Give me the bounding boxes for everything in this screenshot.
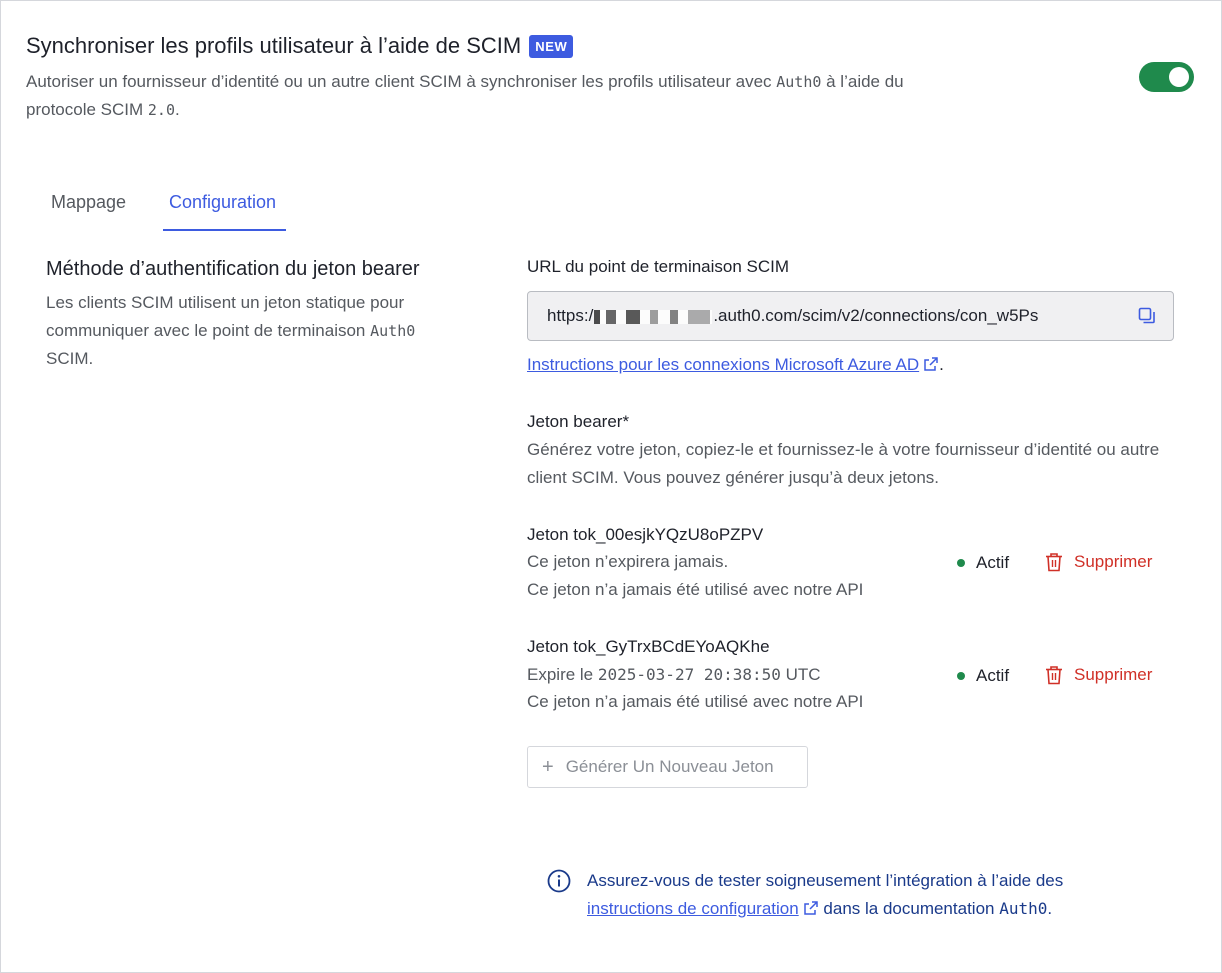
delete-label: Supprimer xyxy=(1074,552,1153,571)
description-text-end: à l’aide du xyxy=(821,72,904,91)
token-status-label: Actif xyxy=(976,553,1010,572)
auth-method-suffix: SCIM. xyxy=(46,349,94,368)
info-period: . xyxy=(1047,899,1053,918)
external-link-icon xyxy=(803,901,818,915)
token-expiry-text: Ce jeton n’expirera jamais. xyxy=(527,552,729,571)
redacted-tenant xyxy=(594,309,713,324)
delete-token-button[interactable]: Supprimer xyxy=(1045,551,1152,573)
generate-token-button[interactable]: + Générer Un Nouveau Jeton xyxy=(527,746,808,788)
status-dot-icon xyxy=(957,672,965,680)
token-expiry: Expire le 2025-03-27 20:38:50 UTC xyxy=(527,661,821,689)
token-status-label: Actif xyxy=(976,666,1010,685)
tab-mapping[interactable]: Mappage xyxy=(51,191,126,213)
config-instructions-link[interactable]: instructions de configuration xyxy=(587,899,799,918)
new-badge: NEW xyxy=(529,34,574,58)
endpoint-url-field[interactable]: https:/ .auth0.com/scim/v2/connections/co… xyxy=(527,291,1174,341)
token-usage: Ce jeton n’a jamais été utilisé avec not… xyxy=(527,580,864,599)
token-status: Actif xyxy=(957,552,1009,574)
info-icon xyxy=(547,869,571,893)
auth-method-title: Méthode d’authentification du jeton bear… xyxy=(46,258,420,280)
status-dot-icon xyxy=(957,559,965,567)
trash-icon xyxy=(1046,553,1062,572)
tab-configuration[interactable]: Configuration xyxy=(169,191,276,213)
scim-panel: Synchroniser les profils utilisateur à l… xyxy=(0,0,1222,973)
description-brand: Auth0 xyxy=(776,73,822,91)
token-expiry-suffix: UTC xyxy=(780,665,821,684)
endpoint-url-text[interactable]: https:/ .auth0.com/scim/v2/connections/co… xyxy=(547,305,1103,327)
active-tab-indicator xyxy=(163,229,286,231)
info-text-after: dans la documentation xyxy=(818,899,1000,918)
url-prefix: https:/ xyxy=(547,306,594,325)
auth-method-brand: Auth0 xyxy=(370,322,416,340)
bearer-label: Jeton bearer* xyxy=(527,412,630,431)
toggle-knob xyxy=(1169,67,1189,87)
token-status: Actif xyxy=(957,665,1009,687)
azure-link-period: . xyxy=(939,355,944,374)
url-suffix: .auth0.com/scim/v2/connections/con_w5Ps xyxy=(713,306,1039,325)
scim-enable-toggle[interactable] xyxy=(1139,62,1194,92)
token-title: Jeton tok_00esjkYQzU8oPZPV xyxy=(527,525,764,544)
azure-link-line: Instructions pour les connexions Microso… xyxy=(527,354,944,376)
token-title: Jeton tok_GyTrxBCdEYoAQKhe xyxy=(527,637,770,656)
page-title-text: Synchroniser les profils utilisateur à l… xyxy=(26,33,522,58)
info-text-before: Assurez-vous de tester soigneusement l’i… xyxy=(587,871,1064,890)
delete-label: Supprimer xyxy=(1074,665,1153,684)
trash-icon xyxy=(1046,666,1062,685)
token-expiry: Ce jeton n’expirera jamais. xyxy=(527,548,728,576)
description-period: . xyxy=(174,100,180,119)
token-expiry-text: Expire le xyxy=(527,665,598,684)
endpoint-label: URL du point de terminaison SCIM xyxy=(527,257,790,276)
bearer-description: Générez votre jeton, copiez-le et fourni… xyxy=(527,440,1160,487)
auth-method-description: Les clients SCIM utilisent un jeton stat… xyxy=(46,289,466,373)
info-callout: Assurez-vous de tester soigneusement l’i… xyxy=(547,867,1147,923)
page-title: Synchroniser les profils utilisateur à l… xyxy=(26,32,574,60)
info-text: Assurez-vous de tester soigneusement l’i… xyxy=(587,867,1147,923)
description-protocol: protocole SCIM xyxy=(26,100,148,119)
info-brand: Auth0 xyxy=(999,899,1048,918)
auth-method-text: Les clients SCIM utilisent un jeton stat… xyxy=(46,293,405,340)
description-text: Autoriser un fournisseur d’identité ou u… xyxy=(26,72,777,91)
page-description: Autoriser un fournisseur d’identité ou u… xyxy=(26,68,1016,124)
description-version: 2.0 xyxy=(147,101,175,119)
azure-instructions-link[interactable]: Instructions pour les connexions Microso… xyxy=(527,355,919,374)
external-link-icon xyxy=(924,357,938,371)
token-usage: Ce jeton n’a jamais été utilisé avec not… xyxy=(527,692,864,711)
copy-icon[interactable] xyxy=(1137,306,1157,326)
plus-icon: + xyxy=(542,756,554,778)
delete-token-button[interactable]: Supprimer xyxy=(1045,664,1152,686)
generate-token-label: Générer Un Nouveau Jeton xyxy=(565,757,774,776)
token-expiry-date: 2025-03-27 20:38:50 xyxy=(597,665,781,684)
